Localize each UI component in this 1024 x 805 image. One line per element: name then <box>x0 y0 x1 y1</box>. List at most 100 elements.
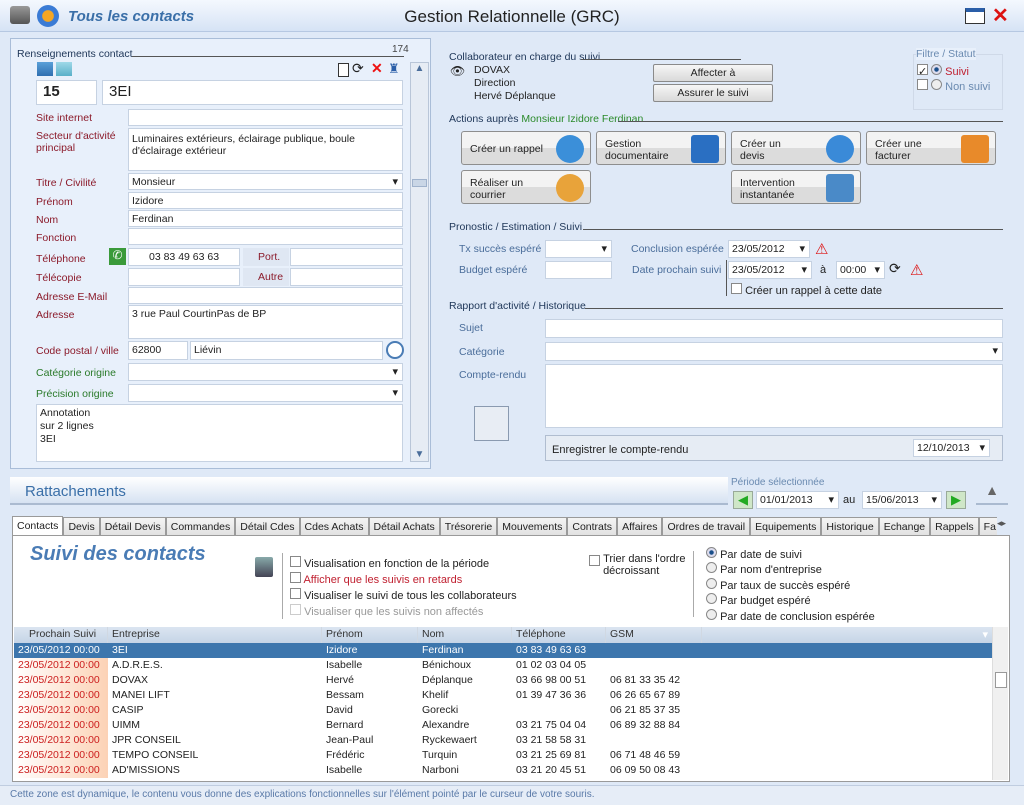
contact-code-field[interactable]: 15 <box>36 80 97 105</box>
rapport-date[interactable]: 12/10/2013 <box>913 439 990 457</box>
fonction-field[interactable] <box>128 228 403 245</box>
tab-devis[interactable]: Devis <box>63 517 100 536</box>
tel-field[interactable]: 03 83 49 63 63 <box>128 248 240 266</box>
sort-conclusion[interactable]: Par date de conclusion espérée <box>706 608 875 624</box>
tab-scroll-arrows[interactable]: ◂▸ <box>997 518 1006 529</box>
annotation-field[interactable]: Annotation sur 2 lignes 3EI <box>36 404 403 462</box>
search-binoculars-icon[interactable]: ♜ <box>388 61 400 77</box>
cat-origine-select[interactable] <box>128 363 403 381</box>
tab-contrats[interactable]: Contrats <box>567 517 618 536</box>
column-header[interactable]: Entreprise <box>108 627 322 643</box>
tab-affaires[interactable]: Affaires <box>617 517 663 536</box>
table-row[interactable]: 23/05/2012 00:00 3EI Izidore Ferdinan 03 83 … <box>14 643 992 658</box>
tab-d-tail-achats[interactable]: Détail Achats <box>368 517 440 536</box>
period-from-date[interactable]: 01/01/2013 <box>756 491 839 509</box>
cp-field[interactable]: 62800 <box>128 341 188 360</box>
clock-icon[interactable] <box>386 341 404 359</box>
tab-d-tail-cdes[interactable]: Détail Cdes <box>235 517 300 536</box>
filter-non-suivi[interactable]: Non suivi <box>917 79 990 93</box>
period-to-date[interactable]: 15/06/2013 <box>862 491 942 509</box>
table-row[interactable]: 23/05/2012 00:00 A.D.R.E.S. Isabelle Bénich… <box>14 658 992 673</box>
creer-devis-button[interactable]: Créer un devis <box>731 131 861 165</box>
email-field[interactable] <box>128 287 403 304</box>
table-row[interactable]: 23/05/2012 00:00 MANEI LIFT Bessam Khelif 01… <box>14 688 992 703</box>
suivi-radio[interactable] <box>931 64 943 75</box>
collapse-up-button[interactable]: ▲ <box>976 477 1008 505</box>
tab-cdes-achats[interactable]: Cdes Achats <box>299 517 369 536</box>
delete-icon[interactable]: ✕ <box>371 60 383 77</box>
tab-d-tail-devis[interactable]: Détail Devis <box>99 517 166 536</box>
check-periode[interactable]: Visualisation en fonction de la période <box>290 556 517 572</box>
port-field[interactable] <box>290 248 403 266</box>
adresse-field[interactable]: 3 rue Paul CourtinPas de BP <box>128 305 403 339</box>
autre-field[interactable] <box>290 268 403 286</box>
tab-fa[interactable]: Fa <box>978 517 997 536</box>
contact-scrollbar[interactable]: ▲ ▼ <box>410 62 429 462</box>
tab-echange[interactable]: Echange <box>878 517 931 536</box>
maximize-icon[interactable] <box>965 8 985 24</box>
company-name-field[interactable]: 3EI <box>102 80 403 105</box>
gestion-doc-button[interactable]: Gestion documentaire <box>596 131 726 165</box>
non-suivi-radio[interactable] <box>931 79 943 90</box>
categorie-select[interactable] <box>545 342 1003 361</box>
table-row[interactable]: 23/05/2012 00:00 DOVAX Hervé Déplanque 03 66… <box>14 673 992 688</box>
tab-historique[interactable]: Historique <box>821 517 879 536</box>
next-period-button[interactable]: ▶ <box>946 491 966 509</box>
titre-select[interactable]: Monsieur <box>128 173 403 190</box>
print-icon[interactable] <box>255 557 273 577</box>
sort-nom-entreprise[interactable]: Par nom d'entreprise <box>706 562 875 577</box>
tab-contacts[interactable]: Contacts <box>12 516 64 536</box>
assurer-suivi-button[interactable]: Assurer le suivi <box>653 84 773 102</box>
column-header[interactable]: Nom <box>418 627 512 643</box>
filter-suivi[interactable]: ✓ Suivi <box>917 64 969 78</box>
creer-facture-button[interactable]: Créer une facturer <box>866 131 996 165</box>
next-time[interactable]: 00:00 <box>836 261 885 279</box>
secteur-field[interactable]: Luminaires extérieurs, éclairage publiqu… <box>128 128 403 171</box>
rappel-checkbox[interactable] <box>731 283 742 294</box>
conclusion-date[interactable]: 23/05/2012 <box>728 240 810 258</box>
table-row[interactable]: 23/05/2012 00:00 TEMPO CONSEIL Frédéric Tur… <box>14 748 992 763</box>
tab-commandes[interactable]: Commandes <box>165 517 236 536</box>
new-document-icon[interactable] <box>338 63 349 77</box>
column-header[interactable]: GSM <box>606 627 702 643</box>
tab-ordres-de-travail[interactable]: Ordres de travail <box>662 517 751 536</box>
refresh-icon[interactable]: ⟳ <box>352 60 364 77</box>
previous-period-button[interactable]: ◀ <box>733 491 753 509</box>
attachment-box[interactable] <box>474 406 509 441</box>
view-icon[interactable] <box>37 62 53 76</box>
check-tous-collab[interactable]: Visualiser le suivi de tous les collabor… <box>290 588 517 604</box>
sort-taux[interactable]: Par taux de succès espéré <box>706 577 875 593</box>
creer-rappel-button[interactable]: Créer un rappel <box>461 131 591 165</box>
site-field[interactable] <box>128 109 403 126</box>
column-header[interactable]: Prochain Suivi <box>14 627 108 643</box>
check-trier[interactable]: Trier dans l'ordre décroissant <box>589 553 685 577</box>
rappel-checkbox-row[interactable]: Créer un rappel à cette date <box>731 283 882 297</box>
nom-field[interactable]: Ferdinan <box>128 210 403 227</box>
view-alt-icon[interactable] <box>56 62 72 76</box>
tab-mouvements[interactable]: Mouvements <box>497 517 568 536</box>
table-row[interactable]: 23/05/2012 00:00 UIMM Bernard Alexandre 03 2… <box>14 718 992 733</box>
realiser-courrier-button[interactable]: Réaliser un courrier <box>461 170 591 204</box>
close-icon[interactable]: ✕ <box>992 3 1009 28</box>
table-row[interactable]: 23/05/2012 00:00 CASIP David Gorecki 06 21 8… <box>14 703 992 718</box>
fax-field[interactable] <box>128 268 240 286</box>
compte-rendu-field[interactable] <box>545 364 1003 428</box>
next-date[interactable]: 23/05/2012 <box>728 261 812 279</box>
table-row[interactable]: 23/05/2012 00:00 AD'MISSIONS Isabelle Narbo… <box>14 763 992 778</box>
sujet-field[interactable] <box>545 319 1003 338</box>
sort-date-suivi[interactable]: Par date de suivi <box>706 547 875 562</box>
intervention-button[interactable]: Intervention instantanée <box>731 170 861 204</box>
tab-equipements[interactable]: Equipements <box>750 517 822 536</box>
column-header[interactable]: Prénom <box>322 627 418 643</box>
sort-budget[interactable]: Par budget espéré <box>706 593 875 608</box>
check-non-affectes[interactable]: Visualiser que les suivis non affectés <box>290 604 517 620</box>
table-row[interactable]: 23/05/2012 00:00 JPR CONSEIL Jean-Paul Ryck… <box>14 733 992 748</box>
non-suivi-checkbox[interactable] <box>917 79 928 90</box>
column-header[interactable]: Téléphone <box>512 627 606 643</box>
refresh-icon[interactable]: ⟳ <box>889 260 901 277</box>
tab-rappels[interactable]: Rappels <box>930 517 979 536</box>
suivi-checkbox[interactable]: ✓ <box>917 64 928 78</box>
tab-tr-sorerie[interactable]: Trésorerie <box>439 517 498 536</box>
prenom-field[interactable]: Izidore <box>128 192 403 209</box>
phone-call-icon[interactable]: ✆ <box>109 248 126 265</box>
